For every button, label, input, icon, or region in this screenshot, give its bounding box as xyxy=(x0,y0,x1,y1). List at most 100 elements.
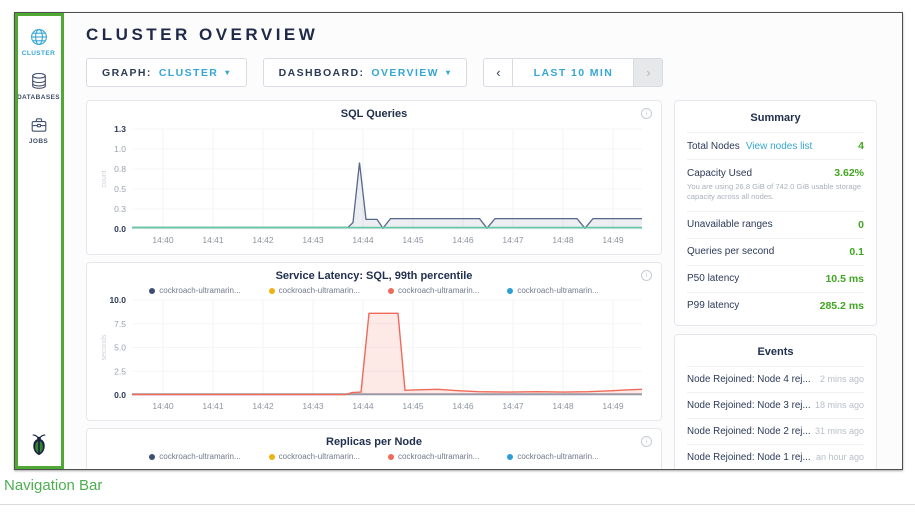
svg-text:1.3: 1.3 xyxy=(114,124,126,134)
sql-queries-chart: 1.31.00.80.50.30.0count14:4014:4114:4214… xyxy=(98,121,648,247)
sidebar-item-jobs[interactable]: JOBS xyxy=(15,115,62,145)
chart-legend: cockroach-ultramarin... cockroach-ultrama… xyxy=(98,452,650,461)
right-column: Summary Total Nodes View nodes list 4 Ca… xyxy=(674,100,877,469)
svg-text:5.0: 5.0 xyxy=(114,343,126,353)
event-text: Node Rejoined: Node 2 rej... xyxy=(687,426,811,437)
info-icon[interactable]: i xyxy=(641,108,652,119)
event-time: 18 mins ago xyxy=(815,400,864,410)
svg-text:14:43: 14:43 xyxy=(302,401,324,411)
svg-text:7.5: 7.5 xyxy=(114,319,126,329)
dashboard-dropdown[interactable]: DASHBOARD: OVERVIEW ▾ xyxy=(263,58,468,87)
svg-text:2.5: 2.5 xyxy=(114,366,126,376)
chevron-down-icon: ▾ xyxy=(446,68,451,77)
total-nodes-row: Total Nodes View nodes list 4 xyxy=(687,132,864,159)
unavailable-ranges-label: Unavailable ranges xyxy=(687,219,773,230)
svg-text:14:42: 14:42 xyxy=(252,401,274,411)
total-nodes-label: Total Nodes xyxy=(687,141,740,152)
replicas-per-node-chart-panel: Replicas per Node i cockroach-ultramarin… xyxy=(86,428,662,469)
p50-latency-value: 10.5 ms xyxy=(825,273,864,285)
time-range-label[interactable]: LAST 10 MIN xyxy=(513,59,633,86)
svg-text:14:40: 14:40 xyxy=(152,235,174,245)
queries-per-second-label: Queries per second xyxy=(687,246,774,257)
cockroach-logo-icon xyxy=(27,432,51,458)
event-text: Node Rejoined: Node 4 rej... xyxy=(687,374,811,385)
svg-text:0.0: 0.0 xyxy=(114,224,126,234)
svg-text:14:44: 14:44 xyxy=(352,235,374,245)
svg-text:14:40: 14:40 xyxy=(152,401,174,411)
events-title: Events xyxy=(687,343,864,366)
chart-title: Service Latency: SQL, 99th percentile xyxy=(98,269,650,283)
svg-text:seconds: seconds xyxy=(101,334,108,361)
queries-per-second-row: Queries per second 0.1 xyxy=(687,238,864,265)
legend-dot-icon xyxy=(507,288,513,294)
legend-item: cockroach-ultramarin... xyxy=(507,286,598,295)
sidebar-item-label: JOBS xyxy=(15,138,62,145)
legend-item: cockroach-ultramarin... xyxy=(149,452,240,461)
legend-dot-icon xyxy=(269,454,275,460)
cockroach-labs-logo[interactable] xyxy=(15,432,62,463)
svg-text:14:43: 14:43 xyxy=(302,235,324,245)
svg-text:0.3: 0.3 xyxy=(114,204,126,214)
svg-text:0.5: 0.5 xyxy=(114,184,126,194)
capacity-used-row: Capacity Used 3.62% You are using 26.8 G… xyxy=(687,159,864,211)
cockroachdb-admin-ui-window: CLUSTER DATABASES xyxy=(14,12,903,470)
sidebar-item-databases[interactable]: DATABASES xyxy=(15,71,62,101)
info-icon[interactable]: i xyxy=(641,270,652,281)
svg-text:10.0: 10.0 xyxy=(109,295,126,305)
svg-text:14:46: 14:46 xyxy=(452,235,474,245)
svg-text:14:42: 14:42 xyxy=(252,235,274,245)
event-row: Node Rejoined: Node 2 rej... 31 mins ago xyxy=(687,418,864,444)
event-time: 31 mins ago xyxy=(815,426,864,436)
legend-item: cockroach-ultramarin... xyxy=(507,452,598,461)
screenshot-root: CLUSTER DATABASES xyxy=(0,0,915,517)
cluster-globe-icon xyxy=(29,27,49,47)
dashboard-dropdown-label: DASHBOARD: xyxy=(279,67,365,79)
page-divider xyxy=(0,504,915,505)
databases-icon xyxy=(29,71,49,91)
view-nodes-list-link[interactable]: View nodes list xyxy=(746,141,813,152)
legend-dot-icon xyxy=(149,288,155,294)
summary-title: Summary xyxy=(687,109,864,132)
svg-text:1.0: 1.0 xyxy=(114,144,126,154)
capacity-used-value: 3.62% xyxy=(834,167,864,179)
svg-text:14:49: 14:49 xyxy=(602,235,624,245)
legend-dot-icon xyxy=(269,288,275,294)
svg-text:14:41: 14:41 xyxy=(202,401,224,411)
chevron-down-icon: ▾ xyxy=(225,68,230,77)
sql-queries-chart-panel: SQL Queries i 1.31.00.80.50.30.0count14:… xyxy=(86,100,662,255)
svg-text:14:44: 14:44 xyxy=(352,401,374,411)
chart-title: Replicas per Node xyxy=(98,435,650,449)
capacity-used-label: Capacity Used xyxy=(687,168,752,179)
jobs-briefcase-icon xyxy=(29,115,49,135)
svg-text:14:48: 14:48 xyxy=(552,401,574,411)
dashboard-dropdown-value: OVERVIEW xyxy=(371,67,439,79)
sidebar-item-cluster[interactable]: CLUSTER xyxy=(15,27,62,57)
legend-dot-icon xyxy=(388,454,394,460)
time-range-selector: ‹ LAST 10 MIN › xyxy=(483,58,663,87)
svg-text:count: count xyxy=(101,170,108,187)
charts-column: SQL Queries i 1.31.00.80.50.30.0count14:… xyxy=(86,100,662,469)
p50-latency-row: P50 latency 10.5 ms xyxy=(687,265,864,292)
replicas-per-node-chart: 400 xyxy=(98,461,648,469)
legend-dot-icon xyxy=(507,454,513,460)
event-row: Node Rejoined: Node 3 rej... 18 mins ago xyxy=(687,392,864,418)
sidebar-item-label: CLUSTER xyxy=(15,50,62,57)
navigation-bar: CLUSTER DATABASES xyxy=(15,13,63,469)
p50-latency-label: P50 latency xyxy=(687,273,739,284)
p99-latency-row: P99 latency 285.2 ms xyxy=(687,292,864,319)
capacity-note: You are using 26.8 GiB of 742.0 GiB usab… xyxy=(687,182,864,203)
svg-text:14:47: 14:47 xyxy=(502,235,524,245)
legend-dot-icon xyxy=(388,288,394,294)
svg-text:14:46: 14:46 xyxy=(452,401,474,411)
chart-legend: cockroach-ultramarin...cockroach-ultrama… xyxy=(98,286,650,295)
time-range-next-button[interactable]: › xyxy=(633,59,662,86)
svg-text:14:41: 14:41 xyxy=(202,235,224,245)
event-time: an hour ago xyxy=(816,452,864,462)
graph-dropdown[interactable]: GRAPH: CLUSTER ▾ xyxy=(86,58,247,87)
info-icon[interactable]: i xyxy=(641,436,652,447)
graph-dropdown-label: GRAPH: xyxy=(102,67,152,79)
svg-text:14:49: 14:49 xyxy=(602,401,624,411)
time-range-prev-button[interactable]: ‹ xyxy=(484,59,513,86)
total-nodes-value: 4 xyxy=(858,140,864,152)
page-title: CLUSTER OVERVIEW xyxy=(86,25,890,45)
